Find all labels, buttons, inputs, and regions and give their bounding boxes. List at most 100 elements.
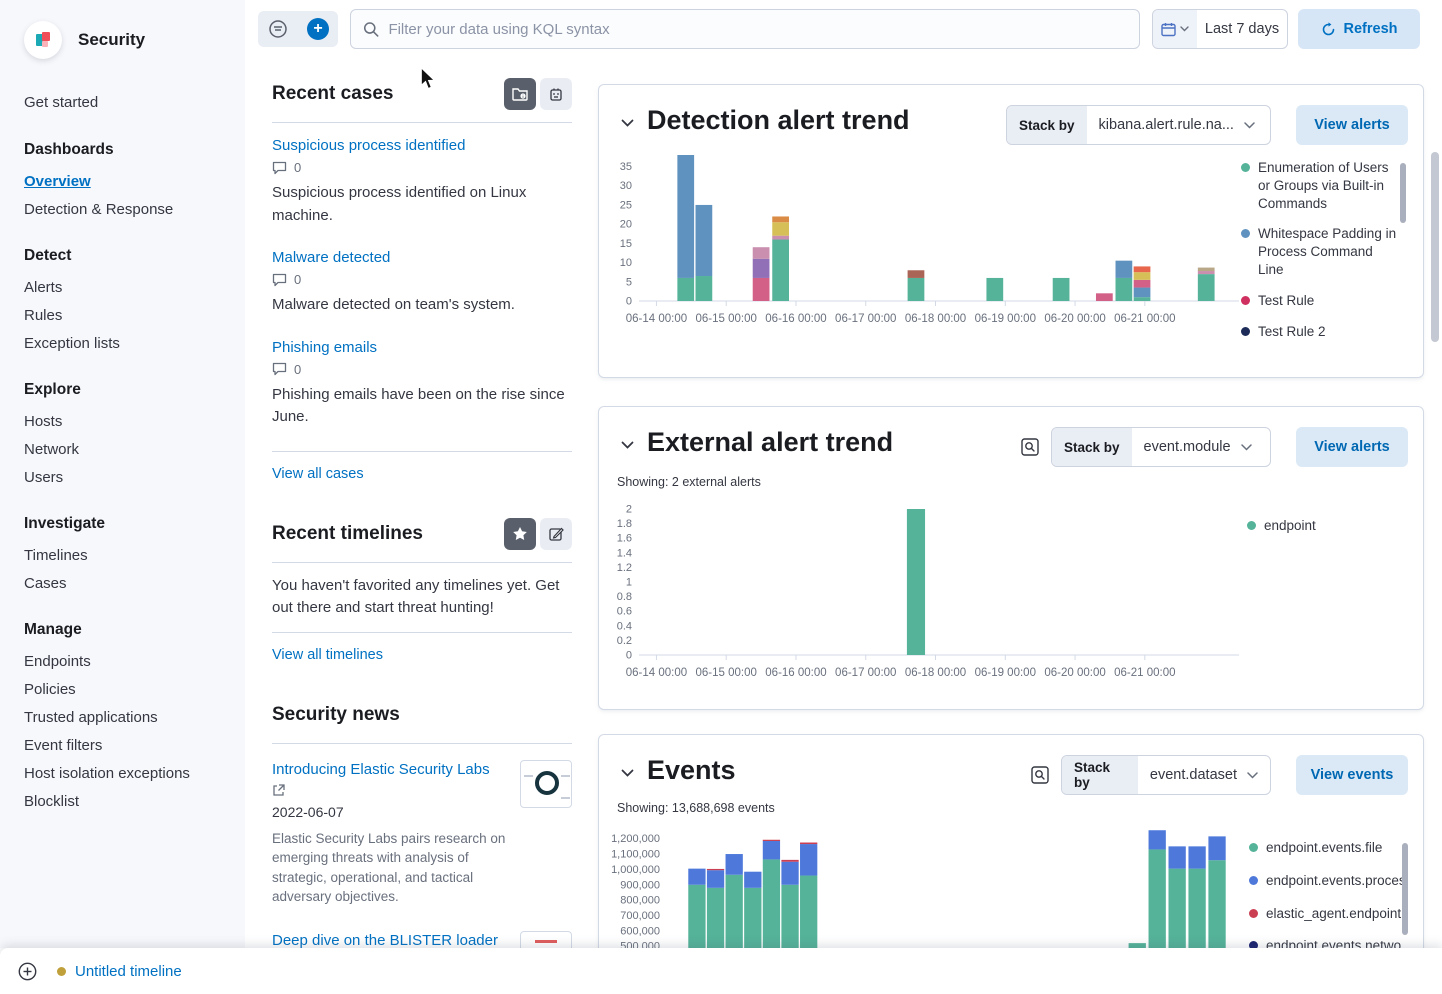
svg-text:06-18 00:00: 06-18 00:00	[905, 313, 966, 325]
legend-item[interactable]: elastic_agent.endpoint	[1249, 905, 1411, 923]
legend-item[interactable]: endpoint.events.file	[1249, 839, 1411, 857]
kql-search-bar[interactable]	[350, 9, 1140, 49]
sidebar-item-exception-lists[interactable]: Exception lists	[24, 336, 233, 351]
sidebar-item-rules[interactable]: Rules	[24, 308, 233, 323]
comment-count-value: 0	[294, 362, 301, 377]
view-alerts-button[interactable]: View alerts	[1296, 105, 1408, 145]
recently-updated-cases-button[interactable]	[540, 78, 572, 110]
inspect-button[interactable]	[1027, 763, 1053, 789]
detection-stack-by-value[interactable]: kibana.alert.rule.na...	[1087, 106, 1267, 144]
pencil-icon	[549, 526, 564, 541]
legend-item[interactable]: endpoint	[1247, 517, 1405, 535]
svg-text:0: 0	[626, 650, 632, 662]
external-alert-trend-chart[interactable]: 00.20.40.60.811.21.41.61.8206-14 00:0006…	[605, 499, 1245, 695]
external-stack-by-select: Stack by event.module	[1051, 427, 1271, 467]
app-logo-row[interactable]: Security	[24, 20, 233, 60]
legend-item[interactable]: Enumeration of Users or Groups via Built…	[1241, 159, 1399, 212]
svg-text:06-15 00:00: 06-15 00:00	[696, 313, 757, 325]
untitled-timeline-link[interactable]: Untitled timeline	[57, 963, 182, 980]
sidebar-item-detection-response[interactable]: Detection & Response	[24, 202, 233, 217]
date-range-value[interactable]: Last 7 days	[1197, 10, 1287, 48]
svg-text:10: 10	[620, 257, 632, 269]
sidebar-item-get-started[interactable]: Get started	[24, 94, 233, 111]
sidebar-group-heading[interactable]: Manage	[24, 621, 233, 639]
add-timeline-button[interactable]	[18, 962, 37, 981]
refresh-icon	[1321, 22, 1336, 37]
comment-count-value: 0	[294, 272, 301, 287]
case-comment-count: 0	[272, 272, 572, 287]
legend-item[interactable]: Test Rule 2	[1241, 323, 1399, 341]
sidebar-group-heading[interactable]: Investigate	[24, 515, 233, 533]
sidebar-item-cases[interactable]: Cases	[24, 576, 233, 591]
stack-by-label: Stack by	[1007, 106, 1087, 144]
sidebar-item-network[interactable]: Network	[24, 442, 233, 457]
svg-text:0.6: 0.6	[617, 606, 632, 618]
events-showing-count: Showing: 13,688,698 events	[617, 801, 775, 815]
legend-scrollbar[interactable]	[1400, 163, 1406, 223]
svg-text:06-20 00:00: 06-20 00:00	[1044, 667, 1105, 679]
sidebar-group-heading[interactable]: Explore	[24, 381, 233, 399]
detection-alert-trend-chart[interactable]: 0510152025303506-14 00:0006-15 00:0006-1…	[605, 145, 1245, 341]
sidebar-item-host-isolation-exceptions[interactable]: Host isolation exceptions	[24, 766, 233, 781]
sidebar-item-endpoints[interactable]: Endpoints	[24, 654, 233, 669]
view-all-cases-link[interactable]: View all cases	[272, 466, 364, 482]
svg-text:06-14 00:00: 06-14 00:00	[626, 313, 687, 325]
svg-text:0.4: 0.4	[617, 620, 632, 632]
stack-by-label: Stack by	[1052, 428, 1132, 466]
sidebar-group-heading[interactable]: Dashboards	[24, 141, 233, 159]
news-article-title-link[interactable]: Deep dive on the BLISTER loader	[272, 932, 498, 949]
legend-item[interactable]: Whitespace Padding in Process Command Li…	[1241, 225, 1399, 278]
recently-created-cases-button[interactable]: i	[504, 78, 536, 110]
svg-text:1.8: 1.8	[617, 518, 632, 530]
external-stack-by-value[interactable]: event.module	[1132, 428, 1264, 466]
svg-text:i: i	[522, 94, 523, 99]
saved-query-menu-button[interactable]	[258, 11, 298, 47]
legend-scrollbar[interactable]	[1402, 843, 1408, 935]
view-events-button[interactable]: View events	[1296, 755, 1408, 795]
collapse-chevron-icon[interactable]	[621, 769, 634, 777]
page-scrollbar-thumb[interactable]	[1431, 152, 1439, 342]
add-filter-button[interactable]: +	[298, 11, 338, 47]
legend-color-dot	[1249, 876, 1258, 885]
sidebar-group-heading[interactable]: Detect	[24, 247, 233, 265]
news-article-title-link[interactable]: Introducing Elastic Security Labs	[272, 761, 490, 778]
svg-text:25: 25	[620, 199, 632, 211]
svg-text:600,000: 600,000	[620, 925, 660, 937]
inspect-icon	[1031, 766, 1049, 784]
sidebar-item-alerts[interactable]: Alerts	[24, 280, 233, 295]
favorite-timelines-button[interactable]	[504, 518, 536, 550]
svg-text:1.6: 1.6	[617, 533, 632, 545]
svg-text:15: 15	[620, 238, 632, 250]
sidebar-item-users[interactable]: Users	[24, 470, 233, 485]
date-quick-select-button[interactable]	[1153, 10, 1197, 48]
case-title-link[interactable]: Malware detected	[272, 249, 390, 266]
sidebar-item-timelines[interactable]: Timelines	[24, 548, 233, 563]
case-description: Phishing emails have been on the rise si…	[272, 384, 572, 429]
view-all-timelines-link[interactable]: View all timelines	[272, 647, 383, 663]
collapse-chevron-icon[interactable]	[621, 441, 634, 449]
collapse-chevron-icon[interactable]	[621, 119, 634, 127]
chevron-down-icon	[1244, 122, 1255, 129]
sidebar-item-trusted-applications[interactable]: Trusted applications	[24, 710, 233, 725]
sidebar-item-policies[interactable]: Policies	[24, 682, 233, 697]
case-activity-icon	[548, 87, 564, 102]
svg-text:06-19 00:00: 06-19 00:00	[975, 667, 1036, 679]
events-stack-by-value[interactable]: event.dataset	[1138, 756, 1270, 794]
case-title-link[interactable]: Suspicious process identified	[272, 137, 465, 154]
case-title-link[interactable]: Phishing emails	[272, 339, 377, 356]
inspect-button[interactable]	[1017, 435, 1043, 461]
kql-search-input[interactable]	[388, 21, 1127, 38]
legend-item[interactable]: Test Rule	[1241, 292, 1399, 310]
recent-timelines-edit-button[interactable]	[540, 518, 572, 550]
detection-stack-by-select: Stack by kibana.alert.rule.na...	[1006, 105, 1271, 145]
refresh-button[interactable]: Refresh	[1298, 9, 1420, 49]
legend-item[interactable]: endpoint.events.proces	[1249, 872, 1411, 890]
sidebar-item-blocklist[interactable]: Blocklist	[24, 794, 233, 809]
comment-count-value: 0	[294, 160, 301, 175]
sidebar-item-event-filters[interactable]: Event filters	[24, 738, 233, 753]
legend-label: Whitespace Padding in Process Command Li…	[1258, 225, 1399, 278]
sidebar-item-overview[interactable]: Overview	[24, 174, 233, 189]
view-alerts-button[interactable]: View alerts	[1296, 427, 1408, 467]
svg-text:5: 5	[626, 276, 632, 288]
sidebar-item-hosts[interactable]: Hosts	[24, 414, 233, 429]
